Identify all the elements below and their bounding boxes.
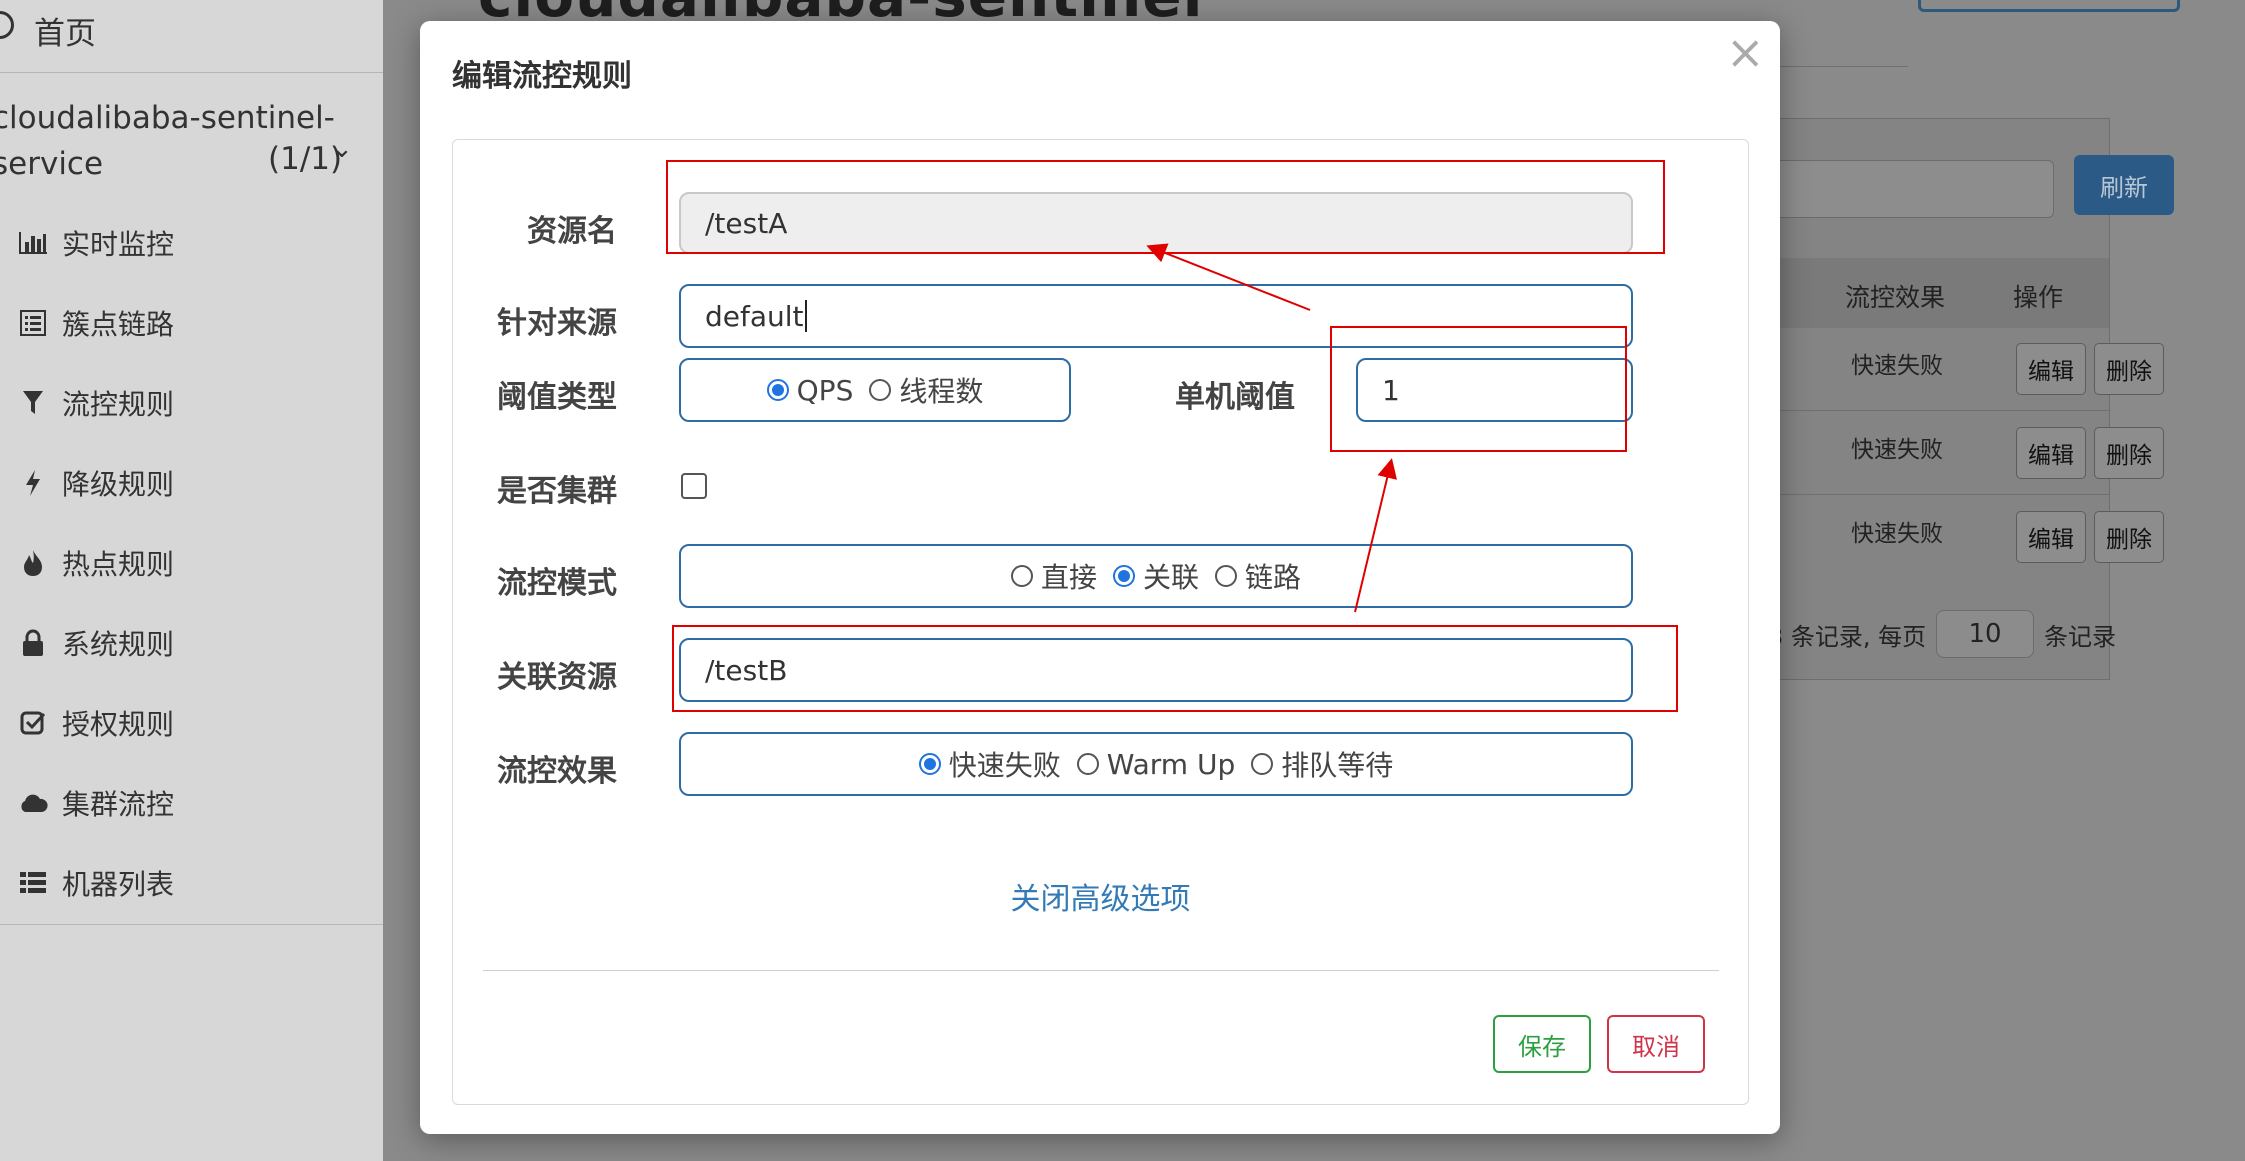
close-icon[interactable]: ×: [1726, 29, 1765, 75]
table-header: 式 流控效果 操作: [1745, 258, 2109, 328]
fire-icon: [18, 548, 48, 578]
mode-group: 直接 关联 链路: [679, 544, 1633, 608]
effect-queue[interactable]: 排队等待: [1251, 744, 1393, 784]
effect-fast-fail[interactable]: 快速失败: [918, 744, 1061, 784]
sidebar-home[interactable]: 首页: [0, 0, 383, 73]
radio-icon: [1215, 565, 1237, 587]
cluster-checkbox[interactable]: [681, 473, 707, 499]
mode-relate[interactable]: 关联: [1112, 556, 1199, 596]
sidebar-menu: 实时监控 簇点链路 流控规则 降级规则 热点规则 系统规则 授权规则 集群流控 …: [0, 203, 383, 923]
footer-divider: [483, 970, 1719, 971]
delete-button[interactable]: 删除: [2094, 343, 2164, 395]
filter-icon: [18, 388, 48, 418]
row-effect: 快速失败: [1851, 353, 1943, 379]
bar-chart-icon: [18, 228, 48, 258]
row-divider: [1745, 494, 2109, 495]
radio-selected-icon: [766, 379, 789, 401]
search-input[interactable]: [1760, 160, 2054, 218]
chevron-down-icon[interactable]: ⌄: [331, 134, 353, 164]
pager-suffix: 条记录: [2044, 623, 2116, 651]
radio-icon: [1076, 753, 1099, 775]
annotation-box-resource: [666, 160, 1665, 254]
effect-warm-up[interactable]: Warm Up: [1076, 748, 1235, 781]
row-divider: [1745, 410, 2109, 411]
sidebar-item-label: 簇点链路: [62, 308, 175, 341]
sidebar-item-realtime[interactable]: 实时监控: [0, 203, 383, 283]
threshold-type-label: 阈值类型: [497, 380, 617, 415]
sidebar-item-auth-rules[interactable]: 授权规则: [0, 683, 383, 763]
sidebar-item-hotspot-rules[interactable]: 热点规则: [0, 523, 383, 603]
sidebar-item-system-rules[interactable]: 系统规则: [0, 603, 383, 683]
mode-label: 流控模式: [497, 566, 617, 601]
source-value: default: [705, 299, 804, 333]
row-effect: 快速失败: [1851, 521, 1943, 547]
header-button[interactable]: [1918, 0, 2180, 12]
sidebar-item-degrade-rules[interactable]: 降级规则: [0, 443, 383, 523]
sidebar-item-machines[interactable]: 机器列表: [0, 843, 383, 923]
threshold-type-threads[interactable]: 线程数: [869, 370, 983, 410]
th-list-icon: [18, 868, 48, 898]
bolt-icon: [18, 468, 48, 498]
row-effect: 快速失败: [1851, 437, 1943, 463]
home-icon: [0, 11, 14, 39]
sidebar: 首页 cloudalibaba-sentinel-service (1/1) ⌄…: [0, 0, 383, 1161]
sidebar-item-label: 热点规则: [62, 548, 175, 581]
column-header-effect: 流控效果: [1845, 283, 1946, 312]
delete-button[interactable]: 删除: [2094, 511, 2164, 563]
resource-label: 资源名: [527, 214, 617, 249]
column-header-ops: 操作: [2013, 283, 2064, 312]
sidebar-home-label: 首页: [34, 16, 96, 52]
radio-selected-icon: [1112, 565, 1135, 587]
lock-icon: [18, 628, 48, 658]
sidebar-item-flow-rules[interactable]: 流控规则: [0, 363, 383, 443]
annotation-box-ref-resource: [672, 625, 1678, 712]
edit-button[interactable]: 编辑: [2016, 427, 2086, 479]
sidebar-item-cluster-link[interactable]: 簇点链路: [0, 283, 383, 363]
annotation-box-threshold: [1330, 326, 1627, 452]
refresh-button[interactable]: 刷新: [2074, 155, 2174, 215]
radio-selected-icon: [918, 753, 941, 775]
sidebar-item-label: 降级规则: [62, 468, 175, 501]
sidebar-item-label: 流控规则: [62, 388, 175, 421]
pager-prefix: 3 条记录, 每页: [1768, 623, 1927, 651]
sidebar-item-label: 实时监控: [62, 228, 175, 261]
sidebar-divider: [0, 924, 383, 925]
check-square-icon: [18, 708, 48, 738]
rule-form: 资源名 /testA 针对来源 default 阈值类型 QPS 线程数 单机阈…: [452, 139, 1749, 1105]
mode-chain[interactable]: 链路: [1215, 556, 1301, 596]
single-threshold-label: 单机阈值: [1175, 380, 1295, 415]
ref-resource-label: 关联资源: [497, 660, 617, 695]
page-size-input[interactable]: 10: [1936, 610, 2034, 658]
sidebar-item-cluster-flow[interactable]: 集群流控: [0, 763, 383, 843]
radio-icon: [1010, 565, 1033, 587]
delete-button[interactable]: 删除: [2094, 427, 2164, 479]
threshold-type-group: QPS 线程数: [679, 358, 1071, 422]
list-icon: [18, 308, 48, 338]
sidebar-item-label: 集群流控: [62, 788, 175, 821]
sidebar-item-label: 系统规则: [62, 628, 175, 661]
modal-title: 编辑流控规则: [452, 59, 632, 94]
sidebar-item-label: 机器列表: [62, 868, 175, 901]
cancel-button[interactable]: 取消: [1607, 1015, 1705, 1073]
effect-group: 快速失败 Warm Up 排队等待: [679, 732, 1633, 796]
radio-icon: [1251, 753, 1274, 775]
effect-label: 流控效果: [497, 754, 617, 789]
edit-button[interactable]: 编辑: [2016, 343, 2086, 395]
radio-icon: [869, 379, 892, 401]
advanced-options-toggle[interactable]: 关闭高级选项: [453, 874, 1748, 918]
sidebar-item-label: 授权规则: [62, 708, 175, 741]
mode-direct[interactable]: 直接: [1010, 556, 1097, 596]
cluster-label: 是否集群: [497, 474, 617, 509]
edit-button[interactable]: 编辑: [2016, 511, 2086, 563]
cloud-icon: [18, 788, 48, 818]
save-button[interactable]: 保存: [1493, 1015, 1591, 1073]
threshold-type-qps[interactable]: QPS: [766, 374, 853, 407]
text-caret: [804, 300, 807, 332]
source-label: 针对来源: [497, 306, 617, 341]
